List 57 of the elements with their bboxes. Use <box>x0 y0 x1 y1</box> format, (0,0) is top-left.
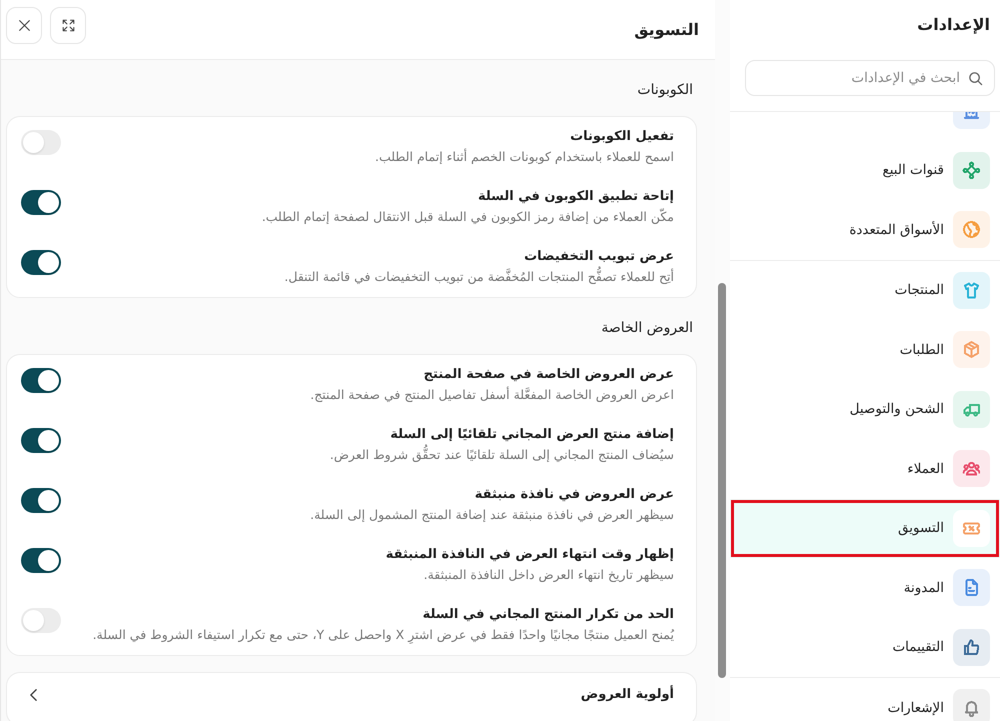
setting-description: سيظهر تاريخ انتهاء العرض داخل النافذة المنبثقة. <box>424 566 674 584</box>
section-title: العروض الخاصة <box>600 319 693 338</box>
toggle-switch[interactable] <box>21 608 61 633</box>
box-icon <box>953 331 990 368</box>
setting-title: عرض العروض الخاصة في صفحة المنتج <box>424 366 674 384</box>
tshirt-icon <box>953 272 990 309</box>
expand-button[interactable] <box>50 7 86 44</box>
toggle-switch[interactable] <box>21 250 61 275</box>
setting-title: الحد من تكرار المنتج المجاني في السلة <box>422 606 674 624</box>
setting-title: إضافة منتج العرض المجاني تلقائيًا إلى السلة <box>390 426 674 444</box>
setting-description: مكّن العملاء من إضافة رمز الكوبون في السلة قبل الانتقال لصفحة إتمام الطلب. <box>262 207 674 226</box>
users-icon <box>953 450 990 488</box>
sidebar-title: الإعدادات <box>917 14 991 36</box>
sidebar-item[interactable]: العملاء <box>730 439 1000 498</box>
toggle-switch[interactable] <box>21 428 61 453</box>
toggle-switch[interactable] <box>21 130 61 155</box>
nodes-icon <box>953 152 990 189</box>
section-title: الكوبونات <box>636 81 693 100</box>
toggle-switch[interactable] <box>21 548 61 573</box>
search-field[interactable]: ابحث في الإعدادات <box>745 60 995 96</box>
sidebar-item[interactable]: الإشعارات <box>730 678 1000 721</box>
document-icon <box>953 569 990 606</box>
setting-title: عرض تبويب التخفيضات <box>524 248 674 266</box>
bell-icon <box>953 689 990 721</box>
setting-title: إتاحة تطبيق الكوبون في السلة <box>478 188 674 206</box>
toggle-switch[interactable] <box>21 190 61 215</box>
chevron-icon <box>29 688 38 702</box>
setting-description: أتِح للعملاء تصفُّح المنتجات المُخفَّضة من تبويب التخفيضات في قائمة التنقل. <box>284 267 674 287</box>
setting-title: تفعيل الكوبونات <box>570 128 674 146</box>
setting-description: يُمنح العميل منتجًا مجانيًا واحدًا فقط في عرض اشترِ X واحصل على Y، حتى مع تكرار استيفاء الشروط في السلة. <box>92 626 674 645</box>
sidebar-item[interactable]: قنوات البيع <box>730 140 1000 200</box>
toggle-switch[interactable] <box>21 368 61 393</box>
sidebar-item[interactable]: التسويق <box>730 498 1000 558</box>
ticket-icon <box>953 510 990 547</box>
globe-icon <box>953 211 990 248</box>
sidebar-item[interactable]: التقييمات <box>730 618 1000 677</box>
search-icon <box>968 71 983 86</box>
setting-description: اسمح للعملاء باستخدام كوبونات الخصم أثناء إتمام الطلب. <box>375 148 674 166</box>
setting-title: عرض العروض في نافذة منبثقة <box>474 486 674 504</box>
setting-description: سيظهر العرض في نافذة منبثقة عند إضافة المنتج المشمول إلى السلة. <box>310 506 674 524</box>
thumbs-up-icon <box>953 628 990 666</box>
panel-title: التسويق <box>634 20 699 39</box>
scrollbar-thumb[interactable] <box>718 283 726 678</box>
close-button[interactable] <box>6 7 42 44</box>
toggle-switch[interactable] <box>21 488 61 513</box>
setting-description: اعرض العروض الخاصة المفعَّلة أسفل تفاصيل المنتج في صفحة المنتج. <box>310 386 674 404</box>
setting-title: إظهار وقت انتهاء العرض في النافذة المنبثقة <box>386 546 674 564</box>
truck-icon <box>953 390 990 428</box>
sidebar-item[interactable]: الطلبات <box>730 320 1000 380</box>
setting-description: سيُضاف المنتج المجاني إلى السلة تلقائيًا عند تحقُّق شروط العرض. <box>330 445 674 465</box>
sidebar-item[interactable]: الأسواق المتعددة <box>730 200 1000 260</box>
settings-link[interactable]: أولوية العروض <box>6 672 697 721</box>
sidebar-item[interactable]: الشحن والتوصيل <box>730 380 1000 439</box>
sidebar-item[interactable]: المدونة <box>730 558 1000 618</box>
sidebar-item[interactable]: المنتجات <box>730 260 1000 320</box>
close-icon <box>18 19 30 32</box>
expand-icon <box>62 19 74 32</box>
